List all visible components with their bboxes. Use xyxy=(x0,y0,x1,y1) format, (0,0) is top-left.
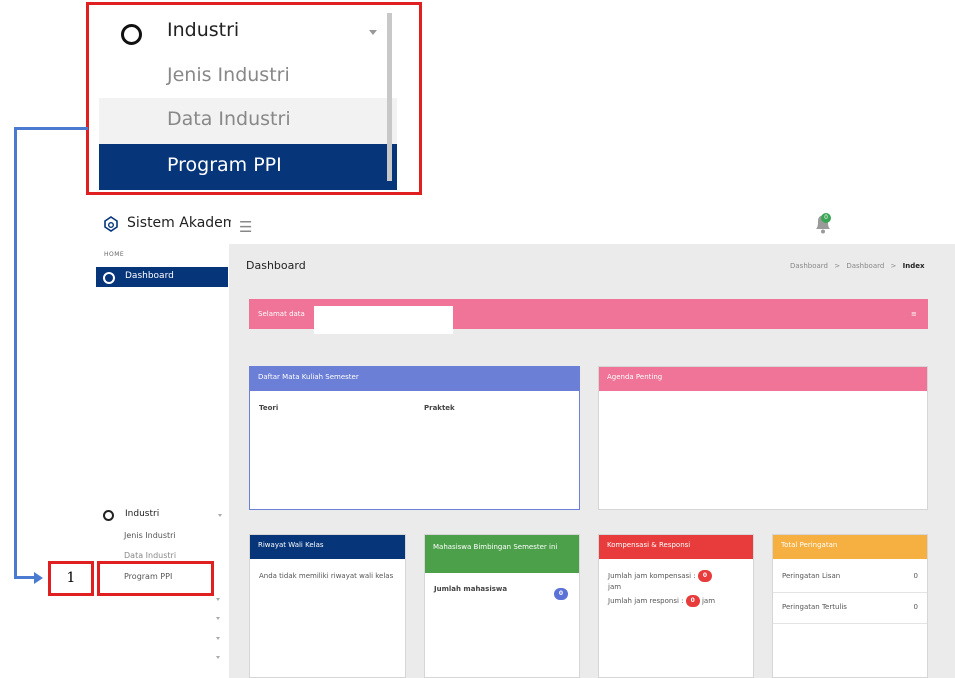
breadcrumb-item[interactable]: Dashboard xyxy=(790,262,828,270)
circle-icon xyxy=(103,272,115,284)
kompensasi-row: Jumlah jam kompensasi : 0 jam xyxy=(608,570,748,593)
circle-icon xyxy=(121,24,142,45)
kompensasi-label: Jumlah jam kompensasi : xyxy=(608,572,696,580)
responsi-badge: 0 xyxy=(685,595,700,607)
hamburger-icon[interactable]: ☰ xyxy=(239,218,252,236)
card-daftar-mata-kuliah: Daftar Mata Kuliah Semester Teori Prakte… xyxy=(249,366,580,510)
peringatan-lisan-value: 0 xyxy=(913,572,918,580)
card-title: Total Peringatan xyxy=(773,535,927,559)
responsi-unit: jam xyxy=(701,597,716,605)
zoom-scrollbar[interactable] xyxy=(387,13,392,181)
zoom-ppi-label: Program PPI xyxy=(167,154,282,176)
card-title: Kompensasi & Responsi xyxy=(599,535,753,559)
card-title: Mahasiswa Bimbingan Semester ini xyxy=(425,535,579,573)
jumlah-mahasiswa-label: Jumlah mahasiswa xyxy=(434,585,508,593)
sidebar-item-dashboard[interactable]: Dashboard xyxy=(96,267,228,287)
highlight-box-program-ppi xyxy=(97,561,214,596)
caret-down-icon[interactable] xyxy=(216,637,220,640)
arrow-head-icon xyxy=(34,572,43,584)
connector-line-bottom xyxy=(14,576,36,579)
count-badge: 0 xyxy=(554,587,568,600)
sidebar xyxy=(95,244,229,678)
divider xyxy=(773,623,927,624)
zoom-menu-data-industri[interactable]: Data Industri xyxy=(99,98,397,144)
sidebar-section-home: HOME xyxy=(104,251,125,258)
breadcrumb-current: Index xyxy=(902,262,925,270)
caret-down-icon xyxy=(369,30,377,35)
caret-down-icon[interactable] xyxy=(216,656,220,659)
annotation-number-box: 1 xyxy=(48,561,94,596)
zoom-industri-label: Industri xyxy=(167,19,240,41)
sidebar-subitem-jenis-industri[interactable]: Jenis Industri xyxy=(124,531,176,540)
redacted-area xyxy=(314,306,453,334)
annotation-number: 1 xyxy=(66,570,76,586)
app-title: Sistem Akademik xyxy=(127,215,231,231)
app-logo-icon xyxy=(104,216,118,232)
column-teori: Teori xyxy=(259,404,279,412)
zoom-jenis-label: Jenis Industri xyxy=(167,64,290,86)
card-title: Daftar Mata Kuliah Semester xyxy=(250,367,579,391)
connector-line-vertical xyxy=(14,127,17,579)
zoom-callout: Industri Jenis Industri Data Industri Pr… xyxy=(86,2,422,195)
breadcrumb: Dashboard > Dashboard > Index xyxy=(790,262,925,270)
caret-down-icon[interactable] xyxy=(216,617,220,620)
riwayat-text: Anda tidak memiliki riwayat wali kelas xyxy=(259,572,394,580)
zoom-menu-industri[interactable]: Industri xyxy=(99,13,397,57)
peringatan-tertulis-value: 0 xyxy=(913,603,918,611)
welcome-text: Selamat data xyxy=(258,310,305,318)
notification-badge: 0 xyxy=(821,213,831,223)
caret-down-icon[interactable] xyxy=(216,598,220,601)
column-praktek: Praktek xyxy=(424,404,455,412)
menu-icon[interactable]: ≡ xyxy=(911,310,917,318)
sidebar-subitem-data-industri[interactable]: Data Industri xyxy=(124,551,176,560)
breadcrumb-item[interactable]: Dashboard xyxy=(846,262,884,270)
card-mahasiswa-bimbingan: Mahasiswa Bimbingan Semester ini Jumlah … xyxy=(424,534,580,678)
card-agenda-penting: Agenda Penting xyxy=(598,366,928,510)
kompensasi-unit: jam xyxy=(608,583,622,591)
responsi-label: Jumlah jam responsi : xyxy=(608,597,684,605)
breadcrumb-separator: > xyxy=(834,262,841,270)
zoom-data-label: Data Industri xyxy=(167,108,291,130)
circle-icon xyxy=(103,510,114,521)
card-title: Agenda Penting xyxy=(599,367,927,391)
zoom-menu-jenis-industri[interactable]: Jenis Industri xyxy=(99,55,397,99)
breadcrumb-separator: > xyxy=(890,262,897,270)
divider xyxy=(773,592,927,593)
peringatan-lisan-label: Peringatan Lisan xyxy=(782,572,841,580)
sidebar-item-industri[interactable]: Industri xyxy=(96,506,228,524)
card-title: Riwayat Wali Kelas xyxy=(250,535,405,559)
caret-up-icon xyxy=(218,514,222,517)
card-kompensasi-responsi: Kompensasi & Responsi Jumlah jam kompens… xyxy=(598,534,754,678)
responsi-row: Jumlah jam responsi : 0 jam xyxy=(608,595,748,607)
page-title: Dashboard xyxy=(246,259,306,272)
peringatan-tertulis-label: Peringatan Tertulis xyxy=(782,603,847,611)
connector-line-top xyxy=(14,127,88,130)
sidebar-item-label: Dashboard xyxy=(125,271,174,281)
sidebar-item-label: Industri xyxy=(125,509,160,519)
card-total-peringatan: Total Peringatan Peringatan Lisan 0 Peri… xyxy=(772,534,928,678)
card-riwayat-wali-kelas: Riwayat Wali Kelas Anda tidak memiliki r… xyxy=(249,534,406,678)
zoom-menu-program-ppi[interactable]: Program PPI xyxy=(99,144,397,190)
kompensasi-badge: 0 xyxy=(697,570,712,582)
jumlah-mahasiswa-badge: 0 xyxy=(554,583,568,602)
